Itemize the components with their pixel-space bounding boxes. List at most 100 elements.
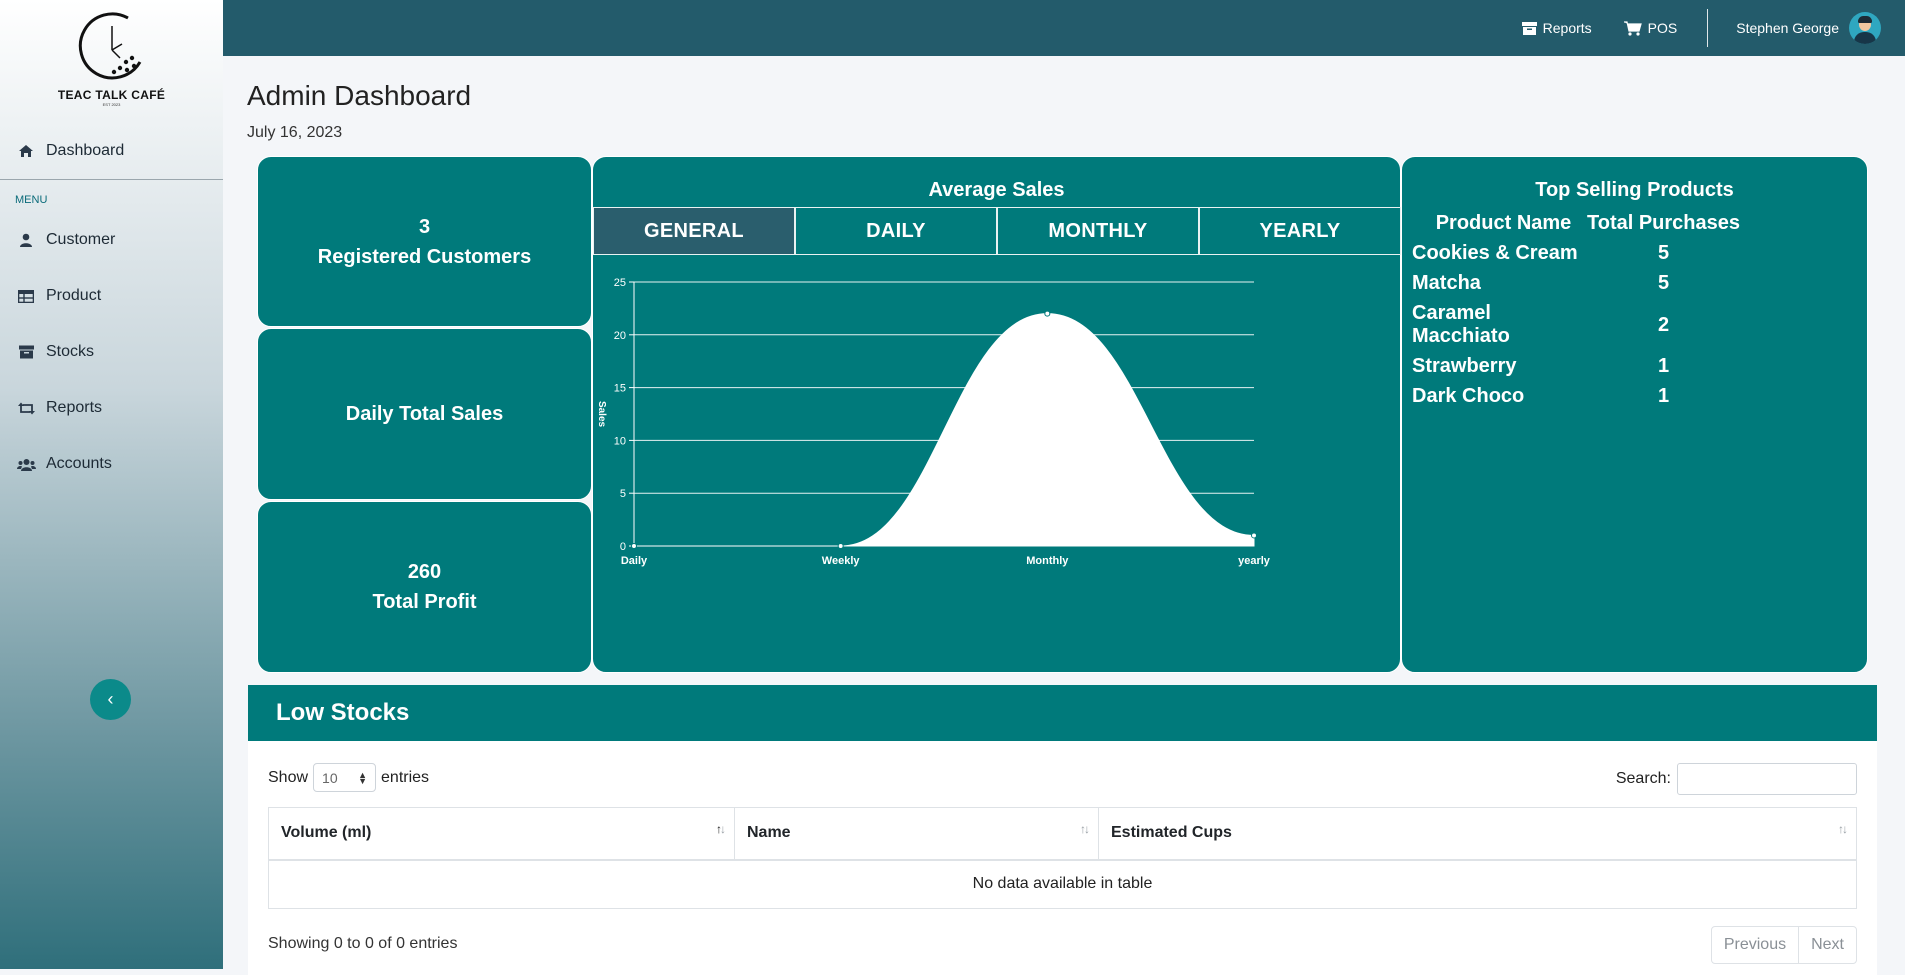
- product-name: Cookies & Cream: [1412, 242, 1578, 264]
- sort-icon: ↑↓: [716, 822, 726, 836]
- show-label: Show: [268, 768, 309, 786]
- page-title: Admin Dashboard: [247, 80, 472, 111]
- topbar: Reports POS Stephen George: [223, 0, 1905, 56]
- total-profit-label: Total Profit: [372, 591, 477, 613]
- archive-icon: [16, 344, 36, 360]
- x-tick-label: Weekly: [822, 555, 861, 567]
- sidebar-item-label: Dashboard: [46, 141, 125, 159]
- purchase-count: 1: [1657, 385, 1670, 407]
- y-axis-label: Sales: [596, 401, 607, 428]
- average-sales-title: Average Sales: [928, 179, 1065, 201]
- product-name: Strawberry: [1412, 355, 1517, 377]
- y-tick-label: 25: [614, 277, 626, 289]
- user-name: Stephen George: [1736, 20, 1839, 36]
- top-selling-table: Product Name Total Purchases Cookies & C…: [1412, 212, 1750, 412]
- users-icon: [16, 456, 36, 472]
- total-profit-value: 260: [407, 561, 442, 583]
- y-tick-label: 0: [620, 541, 626, 553]
- sidebar-item-product[interactable]: Product: [0, 268, 223, 324]
- search-label: Search:: [1615, 770, 1671, 787]
- low-stocks-panel: Low Stocks Show 10 ▲ ▼ entries Search: Vo…: [248, 685, 1877, 975]
- column-header-product-name: Product Name: [1435, 212, 1572, 234]
- tab-monthly[interactable]: MONTHLY: [997, 207, 1199, 255]
- x-tick-label: Daily: [621, 555, 648, 567]
- column-header-total-purchases: Total Purchases: [1587, 212, 1741, 234]
- brand[interactable]: TEAC TALK CAFÉ EST 2023: [0, 0, 223, 122]
- next-button[interactable]: Next: [1798, 927, 1856, 963]
- sidebar-collapse-button[interactable]: ‹: [90, 679, 131, 720]
- sidebar-item-dashboard[interactable]: Dashboard: [0, 122, 223, 180]
- user-menu[interactable]: Stephen George: [1736, 12, 1881, 44]
- search-input[interactable]: [1677, 763, 1857, 795]
- data-point: [631, 543, 637, 549]
- sales-area-series: [634, 313, 1255, 547]
- pagination: Previous Next: [1710, 926, 1857, 964]
- topbar-divider: [1707, 9, 1709, 47]
- sales-tabs: GENERAL DAILY MONTHLY YEARLY: [593, 207, 1401, 255]
- average-sales-card: Average Sales GENERAL DAILY MONTHLY YEAR…: [592, 156, 1401, 673]
- low-stocks-title: Low Stocks: [248, 685, 1877, 741]
- purchase-count: 1: [1657, 355, 1670, 377]
- sidebar-item-label: Product: [46, 287, 102, 304]
- top-selling-title: Top Selling Products: [1535, 179, 1734, 201]
- chevron-left-icon: ‹: [107, 689, 114, 709]
- previous-button[interactable]: Previous: [1712, 927, 1798, 963]
- sidebar-item-accounts[interactable]: Accounts: [0, 436, 223, 492]
- table-row: Matcha 5: [1412, 269, 1750, 299]
- topbar-pos-link[interactable]: POS: [1623, 20, 1678, 36]
- column-header-volume[interactable]: Volume (ml) ↑↓: [268, 807, 735, 861]
- table-info: Showing 0 to 0 of 0 entries: [268, 935, 458, 952]
- registered-customers-value: 3: [418, 215, 431, 238]
- registered-customers-label: Registered Customers: [317, 245, 532, 268]
- data-point: [1044, 310, 1051, 317]
- table-controls: Show 10 ▲ ▼ entries Search:: [248, 741, 1877, 807]
- purchase-count: 2: [1657, 313, 1670, 336]
- table-row: Strawberry 1: [1412, 352, 1750, 382]
- tab-general[interactable]: GENERAL: [593, 207, 795, 255]
- sidebar-item-stocks[interactable]: Stocks: [0, 324, 223, 380]
- daily-total-sales-label: Daily Total Sales: [345, 403, 504, 425]
- x-tick-label: yearly: [1238, 555, 1271, 567]
- brand-name: TEAC TALK CAFÉ: [57, 88, 166, 102]
- table-row: Cookies & Cream 5: [1412, 239, 1750, 269]
- page-length-select[interactable]: 10 ▲ ▼: [313, 763, 377, 792]
- x-tick-label: Monthly: [1026, 555, 1069, 567]
- table-icon: [16, 288, 36, 304]
- column-header-name[interactable]: Name ↑↓: [734, 807, 1099, 861]
- table-row: Dark Choco 1: [1412, 382, 1750, 412]
- page-length-value: 10: [322, 769, 338, 786]
- entries-label: entries: [381, 768, 430, 786]
- purchase-count: 5: [1657, 272, 1670, 294]
- user-icon: [16, 232, 36, 248]
- sidebar-item-reports[interactable]: Reports: [0, 380, 223, 436]
- data-point: [1251, 532, 1257, 539]
- retweet-icon: [16, 400, 36, 416]
- low-stocks-table: Volume (ml) ↑↓ Name ↑↓ Estimated Cups ↑↓ No…: [268, 807, 1857, 909]
- page-date: July 16, 2023: [247, 124, 343, 141]
- topbar-reports-link[interactable]: Reports: [1521, 20, 1592, 36]
- sidebar-item-label: Stocks: [46, 343, 95, 360]
- total-profit-card: 260 Total Profit: [257, 501, 592, 673]
- sidebar-item-customer[interactable]: Customer: [0, 212, 223, 268]
- column-header-estimated-cups[interactable]: Estimated Cups ↑↓: [1098, 807, 1857, 861]
- table-row: Caramel Macchiato 2: [1412, 299, 1750, 352]
- tab-yearly[interactable]: YEARLY: [1199, 207, 1401, 255]
- brand-tagline: EST 2023: [102, 102, 121, 107]
- sidebar-item-label: Accounts: [46, 455, 112, 472]
- top-selling-card: Top Selling Products Product Name Total …: [1401, 156, 1868, 673]
- product-name: Matcha: [1412, 272, 1481, 294]
- tab-daily[interactable]: DAILY: [795, 207, 997, 255]
- data-point: [837, 543, 844, 549]
- y-tick-label: 10: [614, 435, 626, 447]
- page-length-control: Show 10 ▲ ▼ entries: [268, 763, 429, 792]
- topbar-pos-label: POS: [1647, 20, 1678, 36]
- search-control: Search:: [1616, 763, 1857, 795]
- purchase-count: 5: [1657, 242, 1670, 264]
- product-name: Dark Choco: [1412, 385, 1525, 407]
- daily-total-sales-card: Daily Total Sales: [257, 328, 592, 500]
- cafe-logo-icon: [78, 12, 141, 80]
- sort-icon: ↑↓: [1080, 822, 1090, 836]
- table-footer: Showing 0 to 0 of 0 entries Previous Nex…: [248, 909, 1877, 969]
- empty-table-message: No data available in table: [268, 859, 1857, 909]
- cart-icon: [1623, 20, 1642, 36]
